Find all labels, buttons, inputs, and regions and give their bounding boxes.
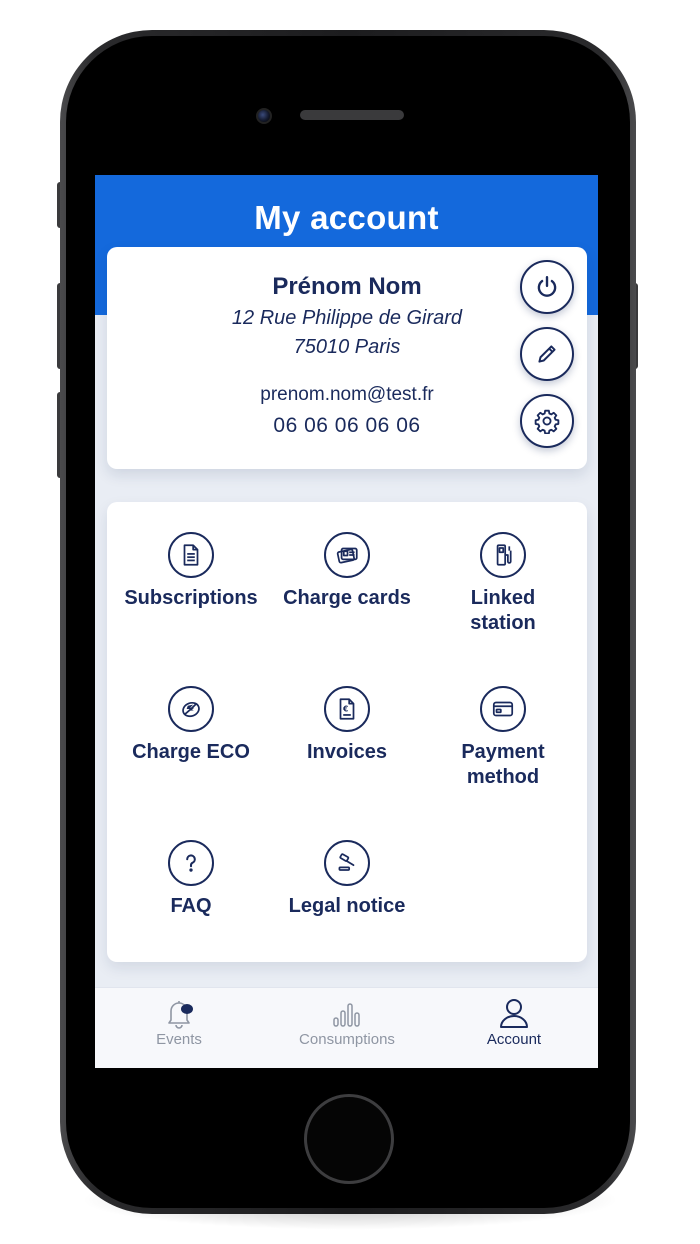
- menu-item-charge-eco[interactable]: Charge ECO: [111, 656, 271, 776]
- logout-button[interactable]: [520, 260, 574, 314]
- bar-chart-icon: [333, 1003, 360, 1027]
- user-name: Prénom Nom: [272, 273, 422, 300]
- edit-profile-button[interactable]: [520, 327, 574, 381]
- menu-label: Invoices: [306, 741, 388, 763]
- eco-leaf-icon: [168, 686, 214, 732]
- user-phone: 06 06 06 06 06: [273, 414, 421, 437]
- home-button[interactable]: [304, 1094, 394, 1184]
- question-mark-icon: [168, 840, 214, 886]
- menu-item-invoices[interactable]: € Invoices: [267, 656, 427, 776]
- front-camera: [256, 108, 272, 124]
- menu-label: FAQ: [170, 895, 212, 917]
- tab-label: Events: [156, 1031, 202, 1048]
- credit-card-icon: [480, 686, 526, 732]
- address-line-2: 75010 Paris: [293, 336, 401, 358]
- menu-label: Charge cards: [283, 587, 411, 609]
- gavel-icon: [324, 840, 370, 886]
- bottom-tab-bar: Events Consumptions Account: [95, 987, 598, 1068]
- menu-label: Legal notice: [288, 895, 406, 917]
- menu-label: Linked station: [470, 587, 536, 634]
- document-icon: [168, 532, 214, 578]
- settings-button[interactable]: [520, 394, 574, 448]
- address-line-1: 12 Rue Philippe de Girard: [231, 307, 463, 329]
- charging-station-icon: [480, 532, 526, 578]
- menu-label: Subscriptions: [124, 587, 258, 609]
- invoice-icon: €: [324, 686, 370, 732]
- tab-events[interactable]: Events: [95, 988, 263, 1068]
- menu-item-subscriptions[interactable]: Subscriptions: [111, 502, 271, 622]
- app-screen: My account Prénom Nom 12 Rue Philippe de…: [95, 175, 598, 1068]
- tab-consumptions[interactable]: Consumptions: [263, 988, 431, 1068]
- account-menu: Subscriptions Charge cards Linked statio…: [107, 502, 587, 962]
- svg-text:€: €: [342, 705, 348, 714]
- menu-item-charge-cards[interactable]: Charge cards: [267, 502, 427, 622]
- menu-label: Payment method: [461, 741, 545, 788]
- card-stack-icon: [324, 532, 370, 578]
- tab-label: Account: [486, 1031, 542, 1048]
- earpiece-speaker: [300, 110, 404, 120]
- menu-item-faq[interactable]: FAQ: [111, 810, 271, 930]
- menu-item-linked-station[interactable]: Linked station: [423, 502, 583, 634]
- user-icon: [500, 999, 528, 1028]
- page-title: My account: [254, 199, 439, 236]
- gear-icon: [534, 409, 560, 434]
- tab-account[interactable]: Account: [430, 988, 598, 1068]
- menu-item-legal-notice[interactable]: Legal notice: [267, 810, 427, 930]
- user-email: prenom.nom@test.fr: [260, 384, 434, 405]
- menu-item-payment-method[interactable]: Payment method: [423, 656, 583, 788]
- bell-icon: [168, 1001, 193, 1029]
- menu-label: Charge ECO: [132, 741, 250, 763]
- tab-label: Consumptions: [299, 1031, 395, 1048]
- pencil-icon: [538, 345, 556, 363]
- profile-card: Prénom Nom 12 Rue Philippe de Girard 750…: [107, 247, 587, 469]
- power-icon: [537, 276, 557, 297]
